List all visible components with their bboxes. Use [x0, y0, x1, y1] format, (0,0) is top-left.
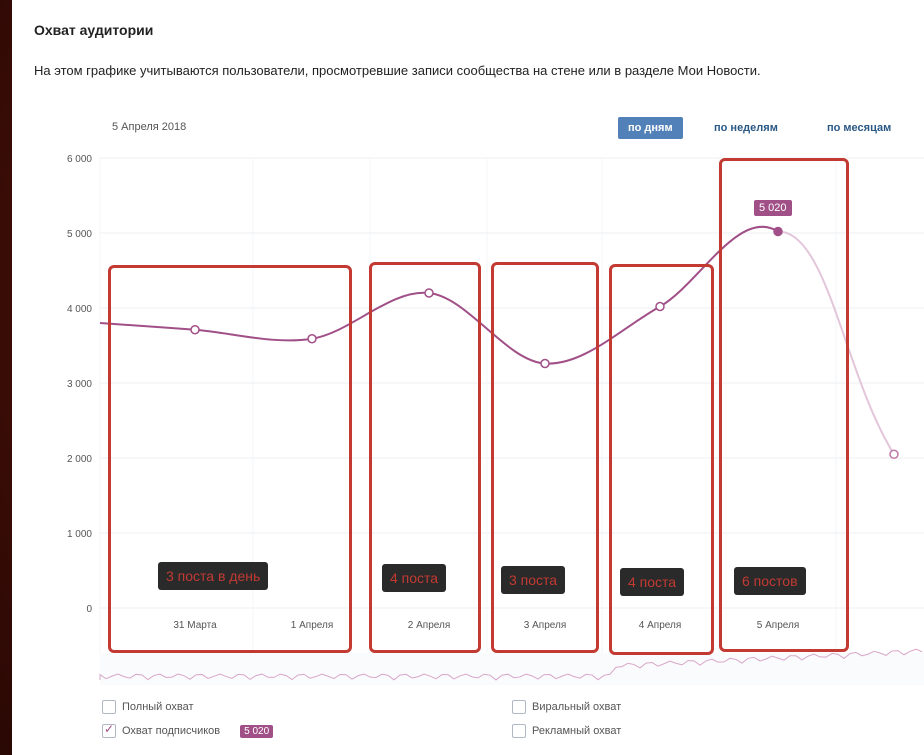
audience-reach-panel: Охват аудитории На этом графике учитываю…	[12, 0, 924, 755]
checkbox-full-reach[interactable]	[102, 700, 116, 714]
legend-label: Рекламный охват	[532, 725, 622, 737]
annotation-box-3	[491, 262, 599, 653]
checkbox-ad-reach[interactable]	[512, 724, 526, 738]
legend-label: Виральный охват	[532, 701, 622, 713]
y-tick-label: 2 000	[67, 454, 92, 465]
checkbox-viral-reach[interactable]	[512, 700, 526, 714]
legend-subscriber-reach[interactable]: Охват подписчиков 5 020	[102, 722, 274, 738]
annotation-label-5: 6 постов	[734, 567, 806, 595]
y-tick-label: 3 000	[67, 379, 92, 390]
legend-full-reach[interactable]: Полный охват	[102, 700, 194, 714]
annotation-box-4	[609, 264, 714, 655]
checkbox-subscriber-reach[interactable]	[102, 722, 116, 738]
legend-ad-reach[interactable]: Рекламный охват	[512, 724, 621, 738]
y-tick-label: 1 000	[67, 529, 92, 540]
annotation-box-1	[108, 265, 352, 653]
y-tick-label: 0	[86, 604, 92, 615]
y-tick-label: 5 000	[67, 229, 92, 240]
legend-label: Полный охват	[122, 701, 194, 713]
overview-strip	[100, 653, 924, 685]
annotation-box-2	[369, 262, 481, 653]
legend-value-badge: 5 020	[240, 724, 274, 738]
annotation-label-2: 4 поста	[382, 564, 447, 592]
annotation-label-1: 3 поста в день	[158, 562, 269, 590]
annotation-label-4: 4 поста	[620, 568, 685, 596]
legend-label: Охват подписчиков	[122, 725, 221, 737]
legend-viral-reach[interactable]: Виральный охват	[512, 700, 621, 714]
annotation-label-3: 3 поста	[501, 566, 566, 594]
y-tick-label: 6 000	[67, 154, 92, 165]
y-tick-label: 4 000	[67, 304, 92, 315]
data-point-next	[889, 449, 899, 459]
